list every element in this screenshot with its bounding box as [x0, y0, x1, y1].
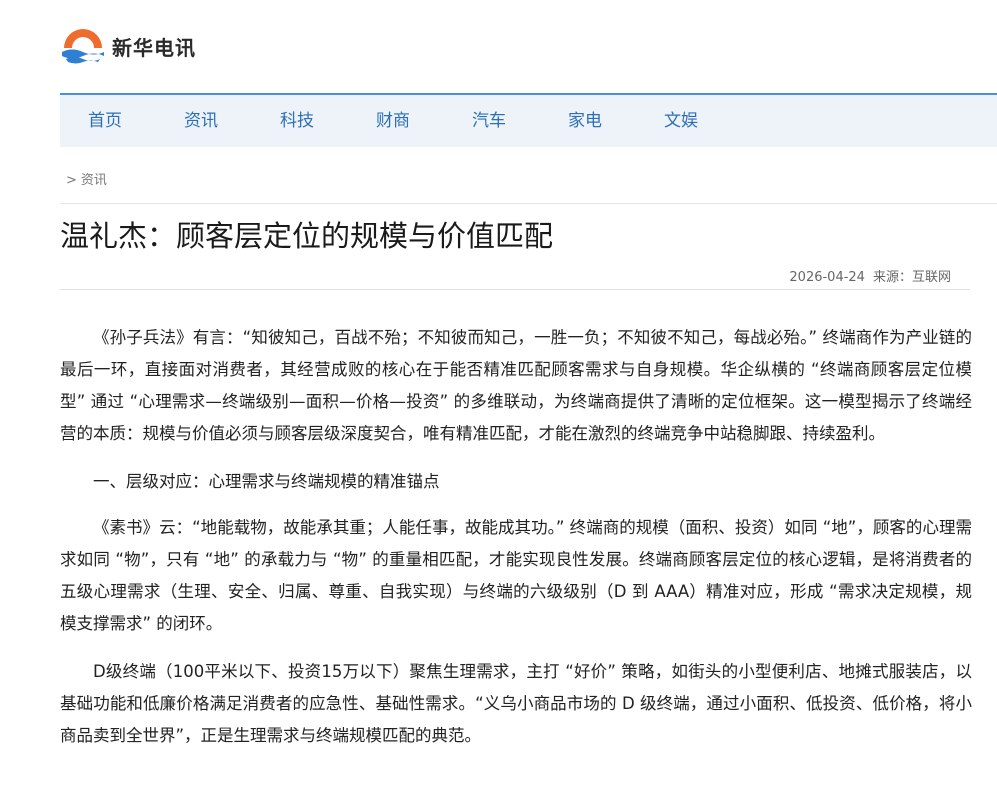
breadcrumb-link-news[interactable]: 资讯 — [81, 173, 107, 188]
site-name: 新华电讯 — [112, 35, 196, 60]
article-source: 互联网 — [911, 270, 951, 285]
article-paragraph: 《孙子兵法》有言：“知彼知己，百战不殆；不知彼而知己，一胜一负；不知彼不知己，每… — [60, 328, 972, 443]
article-source-label: 来源： — [872, 270, 912, 285]
article-title: 温礼杰：顾客层定位的规模与价值匹配 — [60, 219, 554, 253]
breadcrumb: > 资讯 — [66, 169, 107, 188]
nav-item-home[interactable]: 首页 — [88, 95, 122, 147]
divider — [60, 289, 970, 290]
article-meta: 2026-04-24 来源：互联网 — [789, 266, 951, 285]
article-paragraph: 《素书》云：“地能载物，故能承其重；人能任事，故能成其功。” 终端商的规模（面积… — [60, 518, 972, 633]
article-date: 2026-04-24 — [789, 270, 865, 285]
nav-item-tech[interactable]: 科技 — [280, 95, 314, 147]
main-nav: 首页 资讯 科技 财商 汽车 家电 文娱 — [60, 93, 997, 147]
nav-item-news[interactable]: 资讯 — [184, 95, 218, 147]
nav-item-appliance[interactable]: 家电 — [568, 95, 602, 147]
article-section-heading: 一、层级对应：心理需求与终端规模的精准锚点 — [93, 472, 440, 491]
divider — [60, 203, 997, 204]
article-body: 《孙子兵法》有言：“知彼知己，百战不殆；不知彼而知己，一胜一负；不知彼不知己，每… — [60, 322, 972, 768]
site-logo[interactable]: 新华电讯 — [60, 26, 196, 66]
nav-item-finance[interactable]: 财商 — [376, 95, 410, 147]
nav-item-entertainment[interactable]: 文娱 — [664, 95, 698, 147]
sun-wave-logo-icon — [62, 29, 104, 64]
nav-item-auto[interactable]: 汽车 — [472, 95, 506, 147]
article-paragraph: D级终端（100平米以下、投资15万以下）聚焦生理需求，主打 “好价” 策略，如… — [60, 662, 972, 745]
breadcrumb-separator: > — [66, 173, 77, 188]
